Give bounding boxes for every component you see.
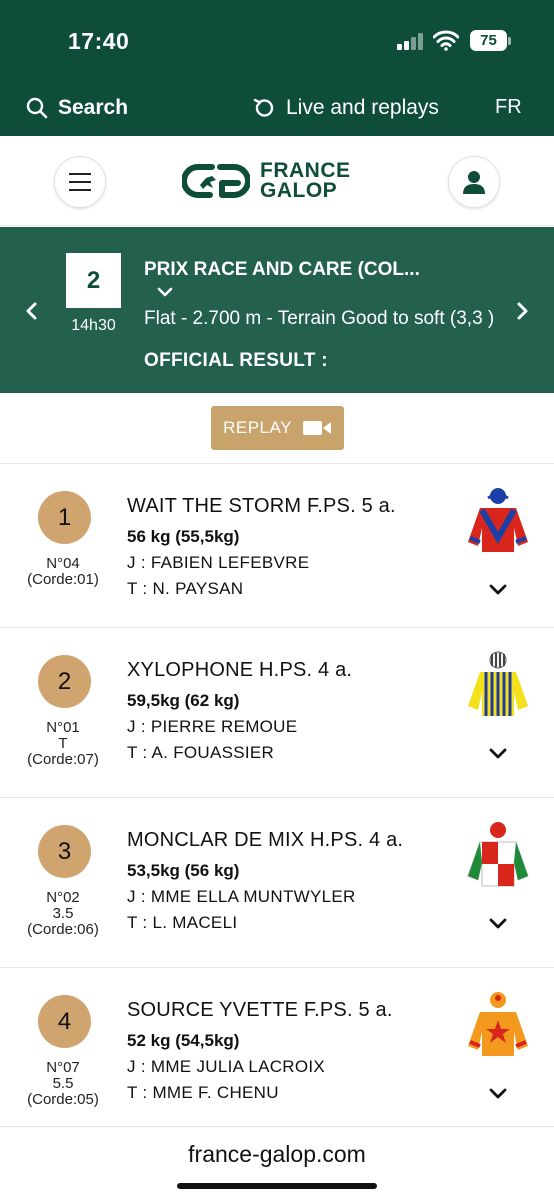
runner-draw: (Corde:05) [27, 1091, 99, 1108]
live-and-replays-label: Live and replays [286, 96, 439, 119]
runner-draw: (Corde:01) [27, 571, 99, 588]
home-indicator[interactable] [177, 1183, 377, 1189]
yellow-blue-stripes-silks-icon [468, 651, 528, 716]
finish-position-badge: 4 [38, 995, 91, 1048]
battery-tip [508, 37, 511, 45]
search-label: Search [58, 96, 129, 119]
runner-meta: N°04 (Corde:01) [18, 556, 108, 588]
search-icon [26, 97, 48, 119]
race-time: 14h30 [71, 317, 116, 334]
wifi-icon [433, 30, 459, 51]
runner-row-4[interactable]: 4 N°07 5.5 (Corde:05) SOURCE YVETTE F.PS… [0, 968, 554, 1136]
horse-logo-icon [182, 164, 250, 198]
finish-position-badge: 2 [38, 655, 91, 708]
hamburger-menu-icon [69, 173, 91, 191]
chevron-down-icon[interactable] [487, 582, 509, 598]
jockey-name: J : MME JULIA LACROIX [127, 1057, 326, 1076]
runner-odds: T [58, 735, 68, 752]
search-button[interactable]: Search [26, 96, 128, 120]
jockey-name: J : PIERRE REMOUE [127, 717, 298, 736]
horse-weight: 59,5kg (62 kg) [127, 691, 240, 710]
jockey-name: J : FABIEN LEFEBVRE [127, 553, 310, 572]
red-white-green-silks-icon [467, 822, 529, 887]
red-blue-chevron-silks-icon [468, 488, 528, 552]
status-time: 17:40 [68, 28, 130, 54]
runner-row-2[interactable]: 2 N°01 T (Corde:07) XYLOPHONE H.PS. 4 a.… [0, 628, 554, 796]
orange-red-star-silks-icon [468, 992, 528, 1056]
runner-meta: N°07 5.5 (Corde:05) [18, 1060, 108, 1108]
chevron-down-icon[interactable] [487, 746, 509, 762]
runner-draw: (Corde:07) [27, 751, 99, 768]
previous-race-icon[interactable] [22, 301, 42, 321]
chevron-down-icon[interactable] [487, 1086, 509, 1102]
runner-row-3[interactable]: 3 N°02 3.5 (Corde:06) MONCLAR DE MIX H.P… [0, 798, 554, 966]
replay-arrow-icon [253, 98, 274, 117]
horse-name[interactable]: WAIT THE STORM F.PS. 5 a. [127, 495, 396, 518]
logo-line-2: GALOP [260, 179, 338, 202]
runner-number: N°01 [46, 719, 80, 736]
battery-icon: 75 [470, 30, 507, 51]
horse-name[interactable]: XYLOPHONE H.PS. 4 a. [127, 659, 352, 682]
menu-button[interactable] [54, 156, 106, 208]
language-switch[interactable]: FR [495, 96, 522, 119]
horse-name[interactable]: SOURCE YVETTE F.PS. 5 a. [127, 999, 393, 1022]
race-details: Flat - 2.700 m - Terrain Good to soft (3… [144, 308, 495, 329]
trainer-name: T : N. PAYSAN [127, 579, 244, 598]
horse-weight: 56 kg (55,5kg) [127, 527, 240, 546]
jockey-name: J : MME ELLA MUNTWYLER [127, 887, 356, 906]
runner-meta: N°02 3.5 (Corde:06) [18, 890, 108, 938]
url-domain[interactable]: france-galop.com [0, 1141, 554, 1168]
logo-bar: FRANCE GALOP [0, 136, 554, 226]
race-title[interactable]: PRIX RACE AND CARE (COL... [144, 259, 420, 281]
race-number: 2 [66, 253, 121, 308]
runner-odds: 3.5 [52, 905, 74, 922]
runner-number: N°04 [46, 555, 80, 572]
runner-number: N°02 [46, 889, 80, 906]
runner-number: N°07 [46, 1059, 80, 1076]
finish-position-badge: 1 [38, 491, 91, 544]
trainer-name: T : L. MACELI [127, 913, 238, 932]
live-and-replays-button[interactable]: Live and replays [252, 96, 439, 120]
horse-name[interactable]: MONCLAR DE MIX H.PS. 4 a. [127, 829, 403, 852]
runner-draw: (Corde:06) [27, 921, 99, 938]
finish-position-badge: 3 [38, 825, 91, 878]
browser-url-bar[interactable]: france-galop.com [0, 1126, 554, 1200]
chevron-down-icon[interactable] [156, 285, 174, 299]
horse-weight: 52 kg (54,5kg) [127, 1031, 240, 1050]
account-button[interactable] [448, 156, 500, 208]
france-galop-logo[interactable]: FRANCE GALOP [182, 158, 351, 204]
next-race-icon[interactable] [512, 301, 532, 321]
official-result-label: OFFICIAL RESULT : [144, 350, 328, 371]
video-camera-icon [302, 421, 331, 435]
chevron-down-icon[interactable] [487, 916, 509, 932]
race-header: 2 14h30 PRIX RACE AND CARE (COL... Flat … [0, 227, 554, 393]
trainer-name: T : A. FOUASSIER [127, 743, 275, 762]
replay-label: REPLAY [223, 418, 292, 437]
user-icon [463, 171, 485, 194]
logo-line-1: FRANCE [260, 159, 351, 182]
cellular-signal-icon [397, 32, 427, 50]
trainer-name: T : MME F. CHENU [127, 1083, 279, 1102]
replay-button[interactable]: REPLAY [211, 406, 344, 450]
runner-odds: 5.5 [52, 1075, 74, 1092]
runner-meta: N°01 T (Corde:07) [18, 720, 108, 768]
runner-row-1[interactable]: 1 N°04 (Corde:01) WAIT THE STORM F.PS. 5… [0, 464, 554, 632]
horse-weight: 53,5kg (56 kg) [127, 861, 240, 880]
top-bar: 17:40 75 Search Live and replays FR [0, 0, 554, 136]
